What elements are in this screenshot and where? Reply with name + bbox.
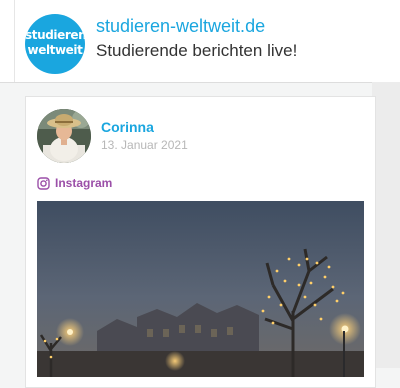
header-divider xyxy=(14,0,15,82)
site-logo[interactable]: studieren weltweit xyxy=(25,14,85,74)
instagram-icon xyxy=(37,176,50,190)
feed-side-column xyxy=(372,82,400,368)
site-title-link[interactable]: studieren-weltweit.de xyxy=(96,16,265,37)
logo-text-line1: studieren xyxy=(25,28,85,42)
post-date: 13. Januar 2021 xyxy=(101,138,188,152)
author-avatar[interactable] xyxy=(37,109,91,163)
source-link[interactable]: Instagram xyxy=(37,175,112,191)
author-name-link[interactable]: Corinna xyxy=(101,119,154,135)
post-card: Corinna 13. Januar 2021 Instagram xyxy=(25,96,376,388)
site-header: studieren weltweit studieren-weltweit.de… xyxy=(0,0,400,83)
logo-text-line2: weltweit xyxy=(27,43,83,57)
site-tagline: Studierende berichten live! xyxy=(96,41,298,60)
post-photo[interactable] xyxy=(37,201,364,377)
source-label: Instagram xyxy=(55,176,113,190)
